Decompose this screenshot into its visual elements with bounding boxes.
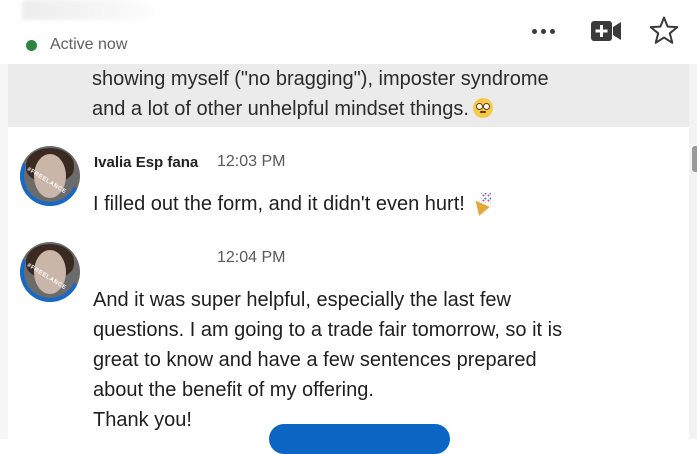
message-group: #FREELANCE Ivalia Esp fana 12:03 PM I fi… (0, 146, 689, 226)
active-status-text: Active now (50, 36, 128, 53)
avatar-badge-ring (20, 146, 80, 206)
online-status-dot (26, 40, 37, 51)
avatar-badge-ring (20, 242, 80, 302)
avatar[interactable]: #FREELANCE (20, 242, 80, 302)
blurred-contact-name (22, 0, 162, 20)
video-call-icon[interactable] (586, 14, 626, 48)
highlighted-message-text: showing myself ("no bragging"), imposter… (92, 64, 672, 124)
highlighted-line-2-text: and a lot of other unhelpful mindset thi… (92, 98, 469, 120)
highlighted-line-1: showing myself ("no bragging"), imposter… (92, 68, 549, 90)
message-text: And it was super helpful, especially the… (93, 285, 653, 435)
message-text-content: I filled out the form, and it didn't eve… (93, 193, 465, 215)
party-popper-emoji-icon (471, 193, 493, 213)
sender-name[interactable]: Ivalia Esp fana (94, 154, 198, 171)
more-options-icon[interactable] (523, 14, 563, 48)
sender-name[interactable] (94, 250, 204, 266)
new-messages-button[interactable] (269, 424, 450, 454)
message-text: I filled out the form, and it didn't eve… (93, 189, 653, 219)
eye-roll-emoji-icon (472, 98, 493, 118)
message-timestamp: 12:03 PM (217, 153, 286, 170)
avatar[interactable]: #FREELANCE (20, 146, 80, 206)
highlighted-line-2: and a lot of other unhelpful mindset thi… (92, 94, 672, 124)
message-line: about the benefit of my offering. (93, 379, 374, 401)
message-line: questions. I am going to a trade fair to… (93, 319, 563, 341)
conversation-header: Active now (0, 0, 697, 65)
scrollbar-thumb[interactable] (692, 146, 697, 172)
star-icon[interactable] (644, 14, 684, 48)
scrollbar-track[interactable] (689, 64, 697, 439)
message-timestamp: 12:04 PM (217, 249, 286, 266)
message-line: great to know and have a few sentences p… (93, 349, 537, 371)
highlighted-message: showing myself ("no bragging"), imposter… (8, 64, 689, 127)
message-group: #FREELANCE 12:04 PM And it was super hel… (0, 242, 689, 439)
message-line: And it was super helpful, especially the… (93, 289, 511, 311)
